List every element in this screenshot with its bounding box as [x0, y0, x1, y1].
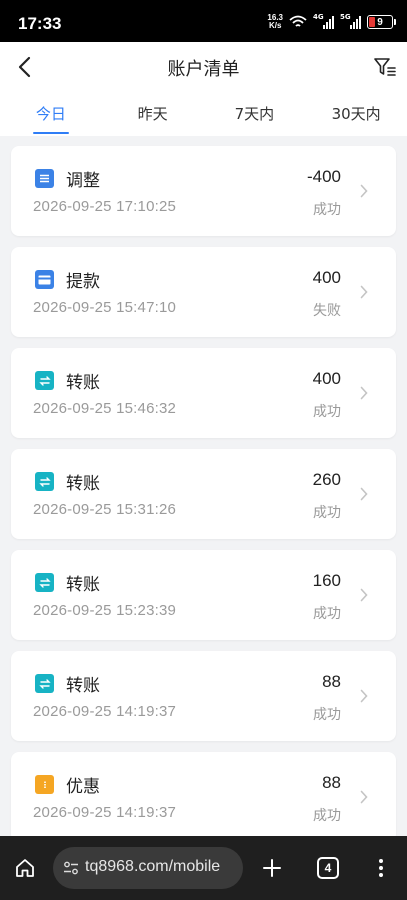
- record-amount: 400: [312, 268, 341, 287]
- status-bar: 17:33 16.3 K/s 4G 5G 9: [0, 0, 407, 42]
- record-status: 成功: [313, 606, 341, 622]
- record-item[interactable]: 调整 2026-09-25 17:10:25 -400 成功: [11, 146, 396, 236]
- chevron-right-icon: [358, 687, 370, 705]
- status-time: 17:33: [18, 14, 62, 33]
- record-type: 转账: [66, 676, 100, 696]
- record-amount: 260: [312, 470, 341, 489]
- page-title: 账户清单: [167, 59, 240, 80]
- chevron-right-icon: [358, 384, 370, 402]
- chevron-right-icon: [358, 586, 370, 604]
- adjust-icon: [35, 169, 54, 188]
- record-item[interactable]: 转账 2026-09-25 14:19:37 88 成功: [11, 651, 396, 741]
- net-speed: 16.3 K/s: [267, 13, 283, 30]
- record-amount: -400: [306, 167, 341, 186]
- url-text: tq8968.com/mobile: [85, 858, 221, 875]
- record-item[interactable]: 提款 2026-09-25 15:47:10 400 失败: [11, 247, 396, 337]
- record-type: 优惠: [66, 777, 100, 797]
- chevron-right-icon: [358, 485, 370, 503]
- chevron-right-icon: [358, 283, 370, 301]
- home-icon[interactable]: [13, 856, 37, 880]
- record-type: 调整: [66, 171, 100, 191]
- coupon-icon: [35, 775, 54, 794]
- chevron-right-icon: [358, 788, 370, 806]
- tab-switcher-button[interactable]: 4: [317, 857, 339, 879]
- record-type: 转账: [66, 373, 100, 393]
- wifi-icon: [289, 15, 307, 27]
- record-date: 2026-09-25 15:46:32: [33, 400, 177, 417]
- page-header: 账户清单: [0, 42, 407, 92]
- record-type: 提款: [66, 272, 100, 292]
- record-amount: 88: [322, 773, 341, 792]
- record-item[interactable]: 转账 2026-09-25 15:31:26 260 成功: [11, 449, 396, 539]
- date-range-tabs: 今日 昨天 7天内 30天内: [0, 92, 407, 136]
- record-type: 转账: [66, 474, 100, 494]
- card-icon: [35, 270, 54, 289]
- transfer-icon: [35, 371, 54, 390]
- tab-30-days[interactable]: 30天内: [305, 92, 407, 136]
- record-date: 2026-09-25 17:10:25: [33, 198, 177, 215]
- record-item[interactable]: 优惠 2026-09-25 14:19:37 88 成功: [11, 752, 396, 836]
- record-amount: 88: [322, 672, 341, 691]
- site-settings-icon[interactable]: [63, 860, 79, 876]
- battery-icon: 9: [367, 15, 396, 29]
- tab-yesterday[interactable]: 昨天: [102, 92, 204, 136]
- filter-icon: [374, 58, 396, 76]
- signal-sim2-icon: 5G: [340, 13, 361, 29]
- record-status: 成功: [313, 505, 341, 521]
- filter-button[interactable]: [371, 53, 399, 81]
- record-status: 成功: [313, 808, 341, 824]
- record-date: 2026-09-25 14:19:37: [33, 703, 177, 720]
- record-status: 成功: [313, 404, 341, 420]
- tab-7-days[interactable]: 7天内: [204, 92, 306, 136]
- record-date: 2026-09-25 15:47:10: [33, 299, 177, 316]
- new-tab-icon[interactable]: [260, 856, 284, 880]
- record-amount: 160: [312, 571, 341, 590]
- status-icons: 16.3 K/s 4G 5G 9: [267, 12, 396, 32]
- transfer-icon: [35, 472, 54, 491]
- record-item[interactable]: 转账 2026-09-25 15:23:39 160 成功: [11, 550, 396, 640]
- record-list: 调整 2026-09-25 17:10:25 -400 成功 提款 2026-0…: [0, 136, 407, 836]
- record-item[interactable]: 转账 2026-09-25 15:46:32 400 成功: [11, 348, 396, 438]
- tab-today[interactable]: 今日: [0, 92, 102, 136]
- record-type: 转账: [66, 575, 100, 595]
- address-bar[interactable]: tq8968.com/mobile: [53, 847, 243, 889]
- chevron-right-icon: [358, 182, 370, 200]
- more-menu-icon[interactable]: [369, 856, 393, 880]
- record-amount: 400: [312, 369, 341, 388]
- record-date: 2026-09-25 15:31:26: [33, 501, 177, 518]
- record-status: 成功: [313, 707, 341, 723]
- transfer-icon: [35, 674, 54, 693]
- signal-sim1-icon: 4G: [313, 13, 334, 29]
- transfer-icon: [35, 573, 54, 592]
- record-date: 2026-09-25 15:23:39: [33, 602, 177, 619]
- browser-toolbar: tq8968.com/mobile 4: [0, 836, 407, 900]
- record-status: 成功: [313, 202, 341, 218]
- record-status: 失败: [313, 303, 341, 319]
- record-date: 2026-09-25 14:19:37: [33, 804, 177, 821]
